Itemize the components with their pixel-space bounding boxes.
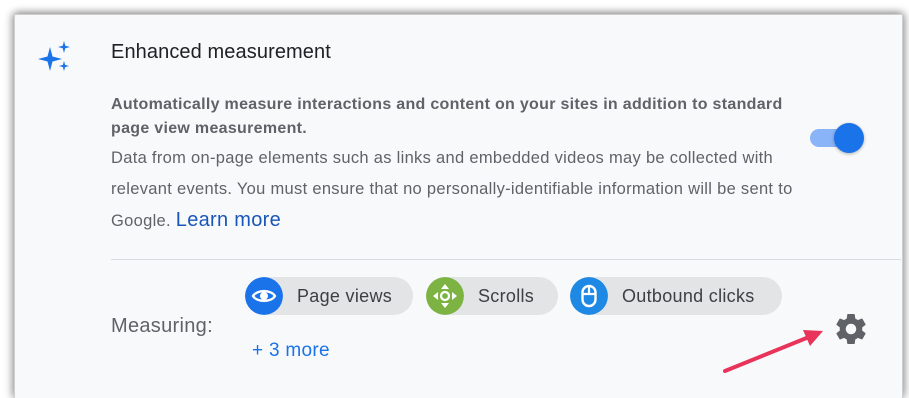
description-muted: Data from on-page elements such as links… [111,143,811,237]
sparkle-icon [38,41,70,71]
chip-scrolls: Scrolls [426,277,558,315]
description-bold: Automatically measure interactions and c… [111,96,783,137]
chip-outbound-clicks: Outbound clicks [570,277,782,315]
mouse-icon [570,277,608,315]
scroll-arrows-icon [426,277,464,315]
toggle-thumb [834,123,864,153]
gear-icon[interactable] [833,311,869,347]
section-title: Enhanced measurement [111,41,331,63]
eye-icon [245,277,283,315]
learn-more-link[interactable]: Learn more [176,209,281,231]
chip-page-views: Page views [245,277,413,315]
chip-label: Outbound clicks [622,286,755,306]
more-link[interactable]: + 3 more [252,340,330,362]
chip-label: Scrolls [478,286,535,306]
enhanced-measurement-toggle[interactable] [810,123,868,153]
divider [111,259,901,260]
chip-label: Page views [297,286,393,306]
section-description: Automatically measure interactions and c… [111,93,811,237]
red-arrow-annotation [723,330,823,373]
measuring-label: Measuring: [111,315,213,337]
enhanced-measurement-card: Enhanced measurement Automatically measu… [14,14,903,398]
